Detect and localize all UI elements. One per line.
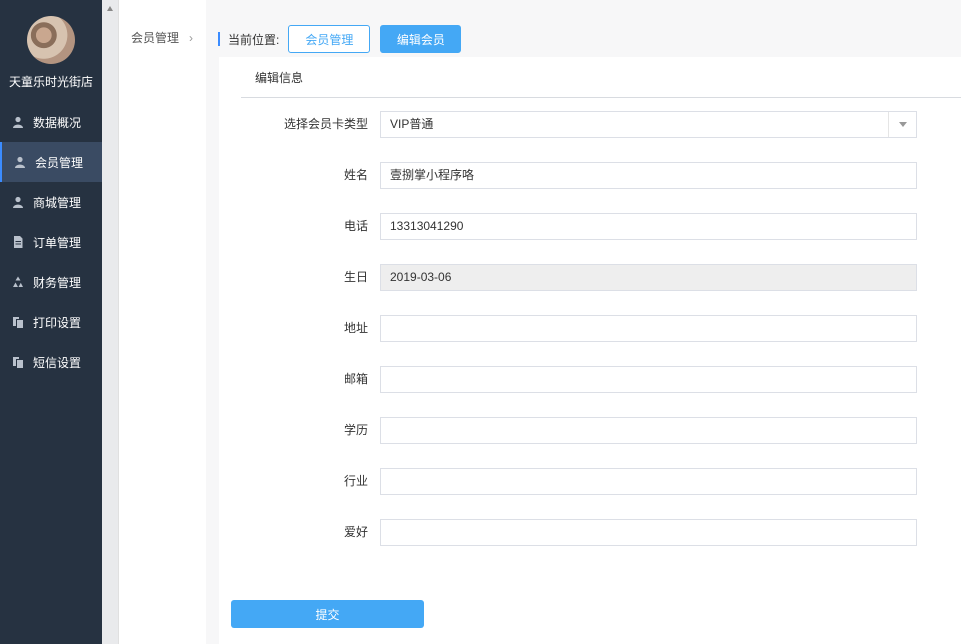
name-input[interactable]: 壹捌掌小程序咯 (380, 162, 917, 189)
breadcrumb-member-management-button[interactable]: 会员管理 (288, 25, 371, 53)
phone-label: 电话 (343, 219, 368, 233)
sidebar-item-finance[interactable]: 财务管理 (0, 262, 102, 302)
user-icon (13, 155, 27, 169)
card-type-row: 选择会员卡类型 VIP普通 (219, 111, 961, 138)
sidebar-item-label: 会员管理 (35, 155, 84, 170)
sidebar: 天童乐时光街店 数据概况 会员管理 商城管理 订单管理 财务管理 打印设置 短信… (0, 0, 102, 644)
user-icon (11, 195, 25, 209)
birthday-input: 2019-03-06 (380, 264, 917, 291)
phone-row: 电话 13313041290 (219, 213, 961, 240)
hobby-label: 爱好 (343, 525, 368, 539)
edit-member-panel: 编辑信息 选择会员卡类型 VIP普通 姓名 壹捌掌小程序咯 电话 1331304… (219, 57, 961, 644)
store-name: 天童乐时光街店 (8, 75, 93, 89)
copy-icon (11, 315, 25, 329)
sidebar-item-label: 商城管理 (33, 195, 82, 210)
store-avatar[interactable] (27, 16, 75, 64)
card-type-select[interactable]: VIP普通 (380, 111, 917, 138)
section-title: 编辑信息 (241, 57, 961, 98)
user-icon (11, 115, 25, 129)
chevron-down-icon[interactable] (888, 112, 916, 137)
birthday-row: 生日 2019-03-06 (219, 264, 961, 291)
breadcrumb-marker (218, 32, 220, 46)
sidebar-item-label: 财务管理 (33, 275, 82, 290)
address-row: 地址 (219, 315, 961, 342)
hobby-input[interactable] (380, 519, 917, 546)
address-input[interactable] (380, 315, 917, 342)
sub-nav-item-members[interactable]: 会员管理 › (131, 29, 193, 46)
breadcrumb: 当前位置: 会员管理 编辑会员 (218, 25, 462, 53)
card-type-label: 选择会员卡类型 (283, 117, 368, 131)
scroll-up-arrow-icon[interactable] (107, 6, 113, 11)
address-label: 地址 (343, 321, 368, 335)
sidebar-item-dashboard[interactable]: 数据概况 (0, 102, 102, 142)
education-row: 学历 (219, 417, 961, 444)
copy-icon (11, 355, 25, 369)
sidebar-item-mall[interactable]: 商城管理 (0, 182, 102, 222)
sidebar-item-label: 打印设置 (33, 315, 82, 330)
hobby-row: 爱好 (219, 519, 961, 546)
document-icon (11, 235, 25, 249)
email-input[interactable] (380, 366, 917, 393)
education-input[interactable] (380, 417, 917, 444)
sidebar-item-label: 短信设置 (33, 355, 82, 370)
name-label: 姓名 (343, 168, 368, 182)
industry-input[interactable] (380, 468, 917, 495)
birthday-label: 生日 (343, 270, 368, 284)
sub-nav: 会员管理 › (119, 0, 206, 644)
sidebar-item-label: 数据概况 (33, 115, 82, 130)
industry-label: 行业 (343, 474, 368, 488)
sidebar-item-orders[interactable]: 订单管理 (0, 222, 102, 262)
sub-nav-item-label: 会员管理 (131, 31, 180, 45)
email-row: 邮箱 (219, 366, 961, 393)
phone-input[interactable]: 13313041290 (380, 213, 917, 240)
education-label: 学历 (343, 423, 368, 437)
main-content: 当前位置: 会员管理 编辑会员 编辑信息 选择会员卡类型 VIP普通 姓名 壹捌… (206, 0, 961, 644)
chevron-right-icon: › (189, 30, 194, 45)
industry-row: 行业 (219, 468, 961, 495)
breadcrumb-label: 当前位置: (228, 32, 280, 47)
sidebar-nav: 数据概况 会员管理 商城管理 订单管理 财务管理 打印设置 短信设置 (0, 102, 102, 382)
email-label: 邮箱 (343, 372, 368, 386)
recycle-icon (11, 275, 25, 289)
sidebar-scrollbar[interactable] (102, 0, 119, 644)
sidebar-item-sms-settings[interactable]: 短信设置 (0, 342, 102, 382)
sidebar-item-members[interactable]: 会员管理 (0, 142, 102, 182)
sidebar-item-label: 订单管理 (33, 235, 82, 250)
card-type-value: VIP普通 (390, 117, 434, 131)
submit-button[interactable]: 提交 (231, 600, 424, 628)
sidebar-item-print-settings[interactable]: 打印设置 (0, 302, 102, 342)
breadcrumb-edit-member-button[interactable]: 编辑会员 (380, 25, 462, 53)
name-row: 姓名 壹捌掌小程序咯 (219, 162, 961, 189)
